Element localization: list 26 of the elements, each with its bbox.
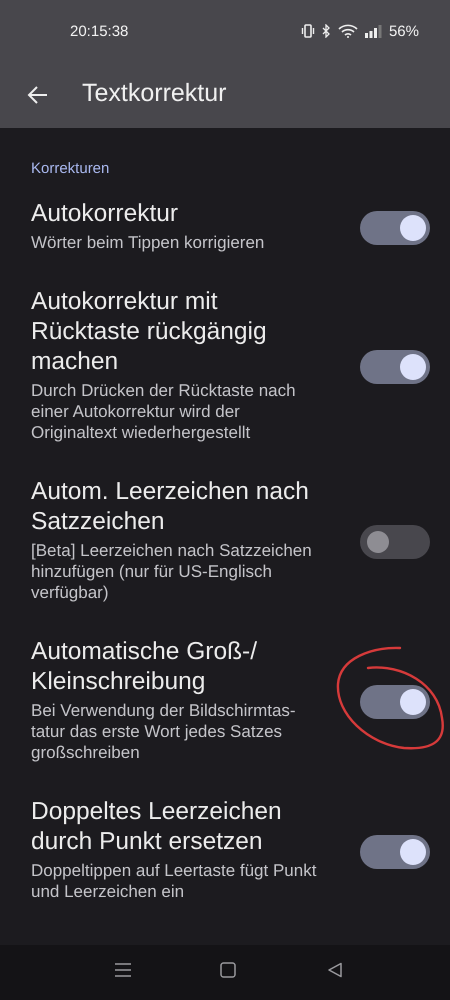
menu-icon[interactable] [114, 962, 132, 978]
toggle-switch[interactable] [360, 211, 430, 245]
toggle-switch[interactable] [360, 685, 430, 719]
setting-title: Doppeltes Leerzeichen durch Punkt ersetzen [31, 797, 283, 857]
toggle-switch[interactable] [360, 525, 430, 559]
toggle-switch[interactable] [360, 350, 430, 384]
section-header: Korrekturen [31, 160, 110, 177]
setting-summary: Wörter beim Tippen korrigieren [31, 232, 266, 253]
setting-summary: [Beta] Leerzeichen nach Satzzeichen hinzufügen (nur für US-Englisch verfügbar) [31, 540, 313, 603]
setting-summary: Doppeltippen auf Leertaste fügt Punkt und Leerzeichen ein [31, 860, 318, 902]
toggle-switch[interactable] [360, 834, 430, 868]
signal-icon [364, 24, 382, 38]
battery-level: 56% [388, 22, 419, 40]
clock: 20:15:38 [70, 22, 130, 40]
setting-summary: Durch Drücken der Rücktaste nach einer Autokorrektur wird der Originaltext wiederhergestellt [31, 380, 297, 443]
setting-title: Autokorrektur mit Rücktaste rückgängig machen [31, 287, 268, 377]
setting-title: Autokorrektur [31, 199, 180, 229]
setting-summary: Bei Verwendung der Bildschirmtas-tatur das erste Wort jedes Satzes großschreiben [31, 700, 297, 763]
vibrate-icon [300, 24, 315, 38]
back-icon[interactable] [327, 962, 343, 978]
setting-title: Autom. Leerzeichen nach Satzzeichen [31, 477, 310, 537]
home-icon[interactable] [220, 962, 236, 978]
wifi-icon [338, 24, 358, 38]
bluetooth-icon [322, 24, 331, 38]
page-title: Textkorrektur [82, 78, 226, 108]
setting-title: Automatische Groß-/ Kleinschreibung [31, 637, 258, 697]
